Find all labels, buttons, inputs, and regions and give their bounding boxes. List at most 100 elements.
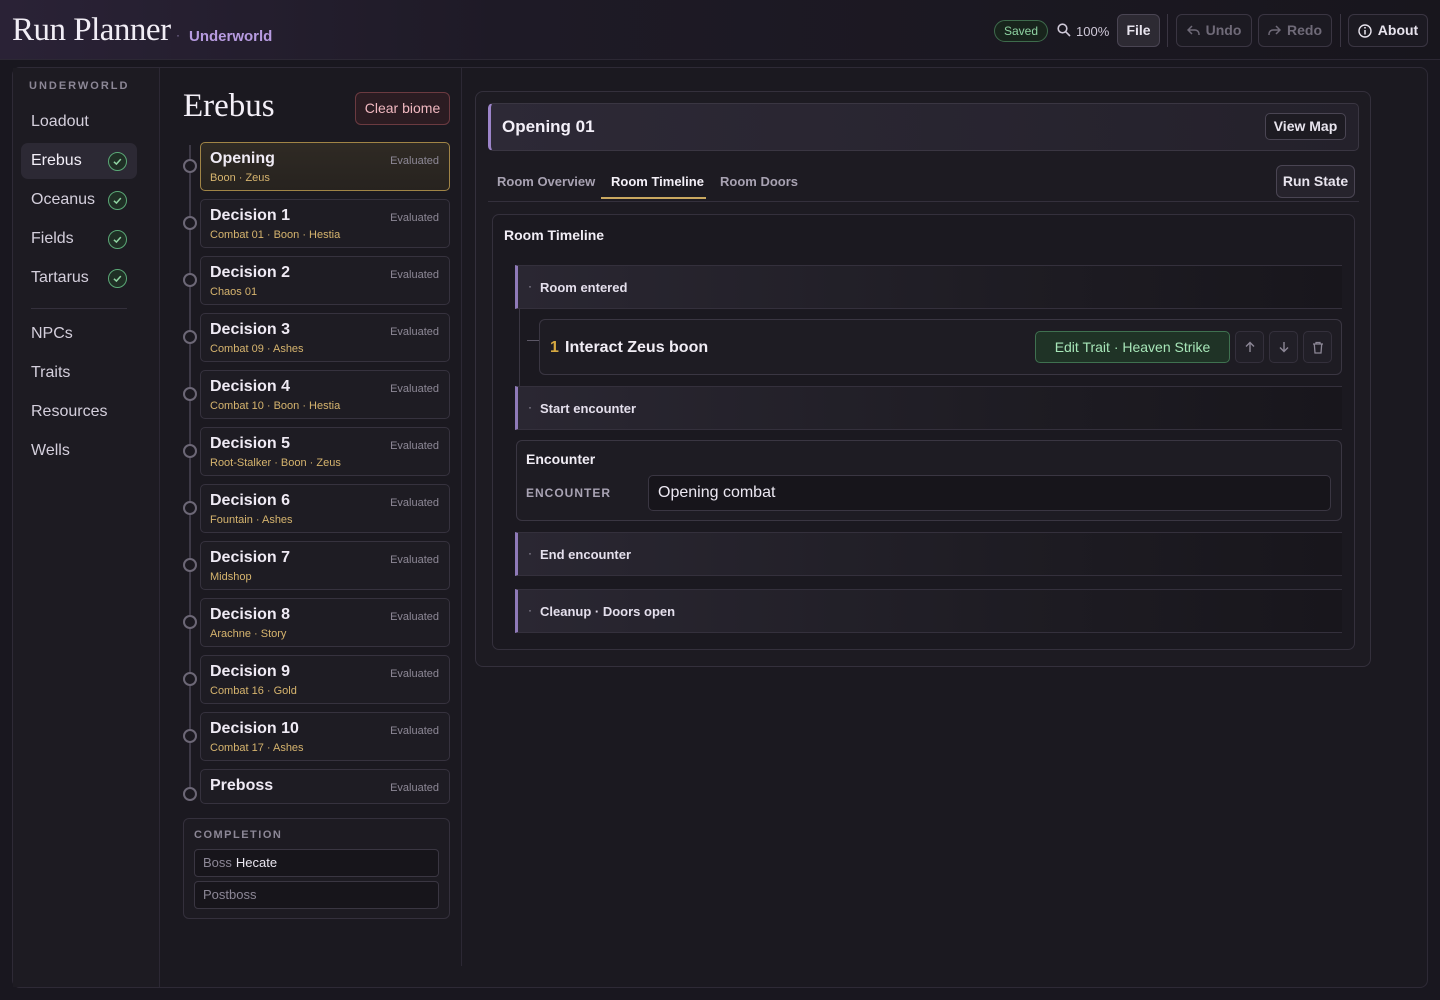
room-dot bbox=[183, 615, 197, 629]
edit-trait-button[interactable]: Edit Trait · Heaven Strike bbox=[1035, 331, 1230, 363]
boss-value: Hecate bbox=[235, 855, 278, 870]
room-status: Evaluated bbox=[390, 383, 439, 395]
room-card-decision-3[interactable]: Decision 3 Combat 09 · Ashes Evaluated bbox=[200, 313, 450, 362]
room-header bbox=[488, 103, 1359, 151]
room-card-decision-6[interactable]: Decision 6 Fountain · Ashes Evaluated bbox=[200, 484, 450, 533]
zoom-level[interactable]: 100% bbox=[1076, 24, 1109, 39]
tab-divider bbox=[488, 201, 1359, 202]
room-card-preboss[interactable]: Preboss Evaluated bbox=[200, 769, 450, 804]
room-status: Evaluated bbox=[390, 497, 439, 509]
move-down-button[interactable] bbox=[1269, 331, 1298, 363]
room-status: Evaluated bbox=[390, 326, 439, 338]
completion-heading: COMPLETION bbox=[194, 829, 283, 841]
room-track-line bbox=[189, 145, 191, 795]
room-card-decision-1[interactable]: Decision 1 Combat 01 · Boon · Hestia Eva… bbox=[200, 199, 450, 248]
sidebar-item-fields[interactable]: Fields bbox=[21, 221, 137, 257]
app-subtitle: Underworld bbox=[189, 28, 273, 45]
encounter-input[interactable]: Opening combat bbox=[648, 475, 1331, 511]
room-dot bbox=[183, 330, 197, 344]
boss-label: Boss bbox=[203, 855, 232, 870]
active-tab-indicator bbox=[601, 197, 706, 199]
room-detail: Midshop bbox=[210, 571, 252, 583]
view-map-button[interactable]: View Map bbox=[1265, 113, 1346, 140]
toolbar-divider bbox=[1167, 14, 1168, 47]
undo-icon bbox=[1186, 25, 1200, 35]
room-status: Evaluated bbox=[390, 212, 439, 224]
sidebar-item-erebus[interactable]: Erebus bbox=[21, 143, 137, 179]
room-detail: Root-Stalker · Boon · Zeus bbox=[210, 457, 341, 469]
sidebar-item-resources[interactable]: Resources bbox=[21, 394, 137, 430]
room-card-decision-9[interactable]: Decision 9 Combat 16 · Gold Evaluated bbox=[200, 655, 450, 704]
file-label: File bbox=[1126, 22, 1151, 38]
file-button[interactable]: File bbox=[1117, 14, 1160, 47]
room-status: Evaluated bbox=[390, 155, 439, 167]
phase-start-encounter[interactable]: · Start encounter bbox=[515, 386, 1342, 430]
room-card-opening[interactable]: Opening Boon · Zeus Evaluated bbox=[200, 142, 450, 191]
room-card-decision-4[interactable]: Decision 4 Combat 10 · Boon · Hestia Eva… bbox=[200, 370, 450, 419]
phase-end-encounter[interactable]: · End encounter bbox=[515, 532, 1342, 576]
timeline-title: Room Timeline bbox=[504, 227, 605, 243]
sidebar-item-label: Fields bbox=[31, 230, 74, 247]
sidebar-item-label: NPCs bbox=[31, 325, 73, 342]
room-status: Evaluated bbox=[390, 782, 439, 794]
toolbar-divider bbox=[1340, 14, 1341, 47]
sidebar-item-tartarus[interactable]: Tartarus bbox=[21, 260, 137, 296]
room-card-decision-8[interactable]: Decision 8 Arachne · Story Evaluated bbox=[200, 598, 450, 647]
room-detail: Combat 17 · Ashes bbox=[210, 742, 304, 754]
biome-title: Erebus bbox=[183, 88, 275, 124]
phase-bullet: · bbox=[528, 400, 532, 414]
sidebar-item-label: Loadout bbox=[31, 113, 89, 130]
completion-panel: COMPLETION Boss Hecate Postboss bbox=[183, 818, 450, 919]
room-card-decision-5[interactable]: Decision 5 Root-Stalker · Boon · Zeus Ev… bbox=[200, 427, 450, 476]
sidebar-item-wells[interactable]: Wells bbox=[21, 433, 137, 469]
sidebar-item-oceanus[interactable]: Oceanus bbox=[21, 182, 137, 218]
phase-cleanup[interactable]: · Cleanup · Doors open bbox=[515, 589, 1342, 633]
sidebar-item-label: Oceanus bbox=[31, 191, 96, 208]
room-name: Decision 7 bbox=[210, 549, 291, 566]
sidebar-item-traits[interactable]: Traits bbox=[21, 355, 137, 391]
clear-biome-button[interactable]: Clear biome bbox=[355, 92, 450, 125]
room-status: Evaluated bbox=[390, 725, 439, 737]
app-title: Run Planner bbox=[12, 12, 171, 48]
undo-label: Undo bbox=[1205, 22, 1242, 38]
about-button[interactable]: About bbox=[1348, 14, 1428, 47]
tab-room-timeline[interactable]: Room Timeline bbox=[611, 174, 704, 189]
room-status: Evaluated bbox=[390, 668, 439, 680]
sidebar-item-label: Resources bbox=[31, 403, 108, 420]
phase-room-entered[interactable]: · Room entered bbox=[515, 265, 1342, 309]
room-name: Decision 3 bbox=[210, 321, 291, 338]
title-separator: · bbox=[176, 28, 180, 42]
room-detail: Combat 10 · Boon · Hestia bbox=[210, 400, 341, 412]
sidebar-item-loadout[interactable]: Loadout bbox=[21, 104, 137, 140]
tab-room-doors[interactable]: Room Doors bbox=[720, 174, 798, 189]
room-card-decision-7[interactable]: Decision 7 Midshop Evaluated bbox=[200, 541, 450, 590]
boss-field[interactable]: Boss Hecate bbox=[194, 849, 439, 877]
phase-label: Cleanup · Doors open bbox=[540, 604, 676, 619]
timeline-connector bbox=[519, 309, 520, 386]
room-dot bbox=[183, 729, 197, 743]
delete-button[interactable] bbox=[1303, 331, 1332, 363]
run-state-button[interactable]: Run State bbox=[1276, 165, 1355, 198]
phase-label: Room entered bbox=[540, 280, 628, 295]
search-icon bbox=[1057, 23, 1071, 37]
postboss-field[interactable]: Postboss bbox=[194, 881, 439, 909]
encounter-label: ENCOUNTER bbox=[526, 486, 612, 500]
room-detail: Boon · Zeus bbox=[210, 172, 270, 184]
check-icon bbox=[108, 230, 127, 249]
room-name: Decision 10 bbox=[210, 720, 299, 737]
room-name: Decision 5 bbox=[210, 435, 291, 452]
phase-label: End encounter bbox=[540, 547, 632, 562]
tab-room-overview[interactable]: Room Overview bbox=[497, 174, 595, 189]
room-dot bbox=[183, 159, 197, 173]
room-card-decision-10[interactable]: Decision 10 Combat 17 · Ashes Evaluated bbox=[200, 712, 450, 761]
room-card-decision-2[interactable]: Decision 2 Chaos 01 Evaluated bbox=[200, 256, 450, 305]
phase-bullet: · bbox=[528, 603, 532, 617]
redo-button[interactable]: Redo bbox=[1258, 14, 1332, 47]
sidebar-item-label: Tartarus bbox=[31, 269, 89, 286]
room-dot bbox=[183, 387, 197, 401]
move-up-button[interactable] bbox=[1235, 331, 1264, 363]
sidebar-item-npcs[interactable]: NPCs bbox=[21, 316, 137, 352]
room-detail: Arachne · Story bbox=[210, 628, 287, 640]
sidebar-item-label: Traits bbox=[31, 364, 71, 381]
undo-button[interactable]: Undo bbox=[1176, 14, 1252, 47]
